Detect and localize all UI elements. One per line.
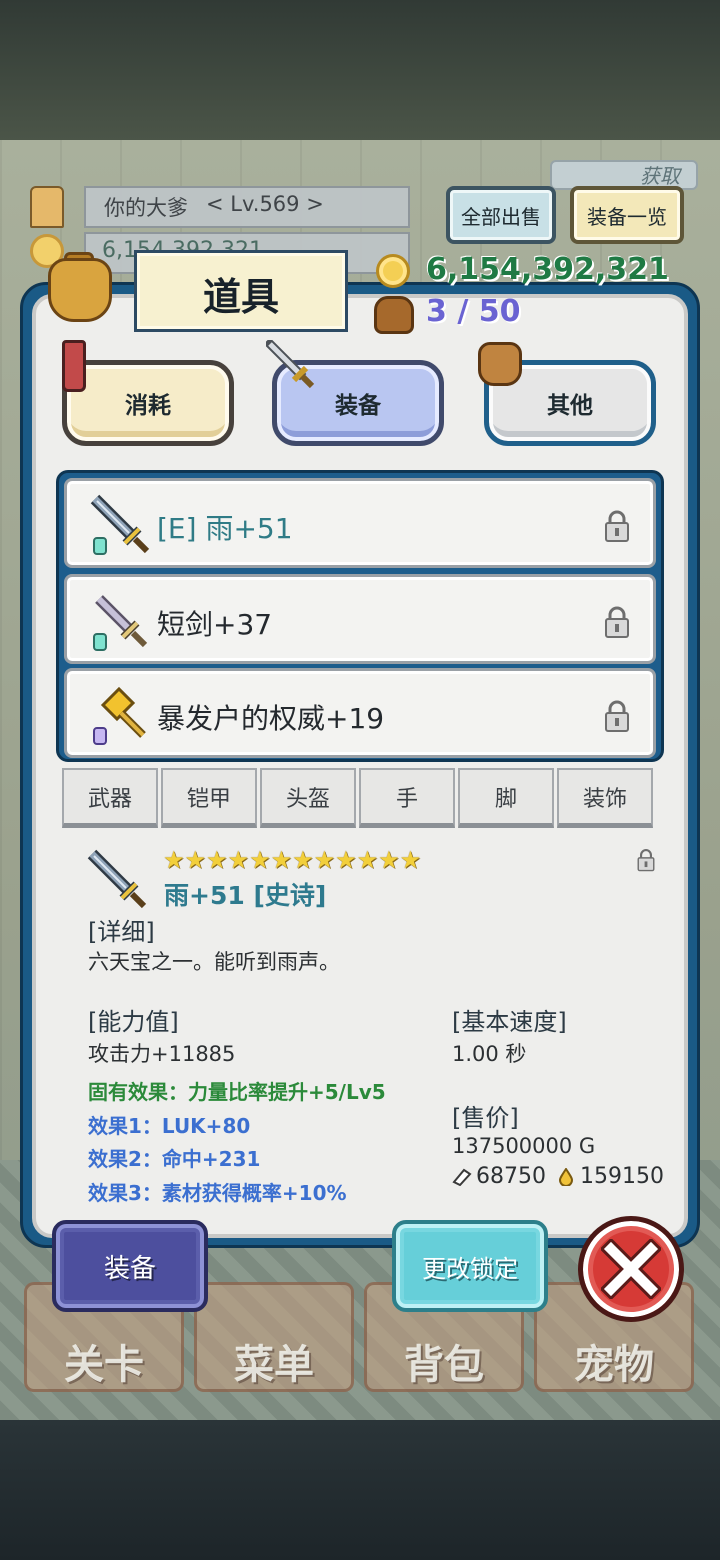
player-avatar[interactable] bbox=[30, 186, 64, 228]
detail-header: [详细] bbox=[88, 918, 155, 946]
bottom-letterbox bbox=[0, 1420, 720, 1560]
item-name: [E] 雨+51 bbox=[157, 512, 293, 545]
nav-label-pet: 宠物 bbox=[574, 1342, 654, 1388]
inherent-effect: 固有效果：力量比率提升+5/Lv5 bbox=[88, 1080, 386, 1104]
close-icon bbox=[601, 1239, 661, 1299]
lock-icon[interactable] bbox=[603, 605, 631, 639]
slot-tab-helmet[interactable]: 头盔 bbox=[260, 768, 356, 828]
price-header: [售价] bbox=[452, 1104, 519, 1132]
slot-tab-foot[interactable]: 脚 bbox=[458, 768, 554, 828]
base-speed: 1.00 秒 bbox=[452, 1042, 527, 1066]
equipment-list-button[interactable]: 装备一览 bbox=[570, 186, 684, 244]
sack-icon bbox=[478, 342, 522, 386]
effect-2: 效果2：命中+231 bbox=[88, 1147, 261, 1171]
inventory-capacity: 3 / 50 bbox=[426, 294, 521, 329]
material-values: 68750 159150 bbox=[452, 1164, 664, 1189]
gold-amount: 6,154,392,321 bbox=[426, 252, 669, 287]
nav-label-stage: 关卡 bbox=[64, 1342, 144, 1388]
rarity-stars: ★★★★★★★★★★★★ bbox=[163, 846, 422, 874]
teal-gem-icon bbox=[93, 633, 107, 651]
close-button[interactable] bbox=[578, 1216, 684, 1322]
slot-tab-armor[interactable]: 铠甲 bbox=[161, 768, 257, 828]
stats-header: [能力值] bbox=[88, 1008, 179, 1036]
lock-icon[interactable] bbox=[603, 509, 631, 543]
equip-button[interactable]: 装备 bbox=[52, 1220, 208, 1312]
sell-price: 137500000 G bbox=[452, 1134, 596, 1158]
top-letterbox bbox=[0, 0, 720, 140]
player-name: 你的大爹 bbox=[104, 196, 188, 220]
item-title: 雨+51 [史诗] bbox=[164, 881, 327, 910]
list-item[interactable]: [E] 雨+51 bbox=[64, 478, 656, 568]
drop-icon bbox=[558, 1167, 574, 1186]
gold-coin-icon bbox=[376, 254, 410, 288]
whetstone-value: 68750 bbox=[476, 1164, 546, 1189]
potion-icon bbox=[62, 340, 86, 392]
backpack-icon bbox=[374, 296, 414, 334]
tab-consumables[interactable]: 消耗 bbox=[62, 360, 234, 446]
drop-value: 159150 bbox=[580, 1164, 664, 1189]
effect-1: 效果1：LUK+80 bbox=[88, 1114, 251, 1138]
lock-icon[interactable] bbox=[636, 848, 656, 872]
sword-icon bbox=[87, 849, 147, 909]
slot-tab-weapon[interactable]: 武器 bbox=[62, 768, 158, 828]
player-level: < Lv.569 > bbox=[206, 192, 324, 216]
lock-icon[interactable] bbox=[603, 699, 631, 733]
slot-tab-hand[interactable]: 手 bbox=[359, 768, 455, 828]
bag-icon bbox=[48, 258, 112, 322]
item-description: 六天宝之一。能听到雨声。 bbox=[88, 950, 340, 974]
effect-3: 效果3：素材获得概率+10% bbox=[88, 1181, 347, 1205]
purple-gem-icon bbox=[93, 727, 107, 745]
sell-all-button[interactable]: 全部出售 bbox=[446, 186, 556, 244]
change-lock-button[interactable]: 更改锁定 bbox=[392, 1220, 548, 1312]
list-item[interactable]: 短剑+37 bbox=[64, 574, 656, 664]
sword-icon bbox=[266, 340, 315, 389]
nav-label-bag: 背包 bbox=[404, 1342, 484, 1388]
nav-label-menu: 菜单 bbox=[234, 1342, 314, 1388]
whetstone-icon bbox=[452, 1168, 472, 1186]
acquire-label: 获取 bbox=[640, 164, 680, 188]
attack-stat: 攻击力+11885 bbox=[88, 1042, 236, 1066]
panel-title: 道具 bbox=[202, 275, 279, 319]
item-name: 短剑+37 bbox=[157, 608, 273, 641]
slot-tab-accessory[interactable]: 装饰 bbox=[557, 768, 653, 828]
list-item[interactable]: 暴发户的权威+19 bbox=[64, 668, 656, 758]
teal-gem-icon bbox=[93, 537, 107, 555]
item-name: 暴发户的权威+19 bbox=[157, 702, 385, 735]
speed-header: [基本速度] bbox=[452, 1008, 567, 1036]
